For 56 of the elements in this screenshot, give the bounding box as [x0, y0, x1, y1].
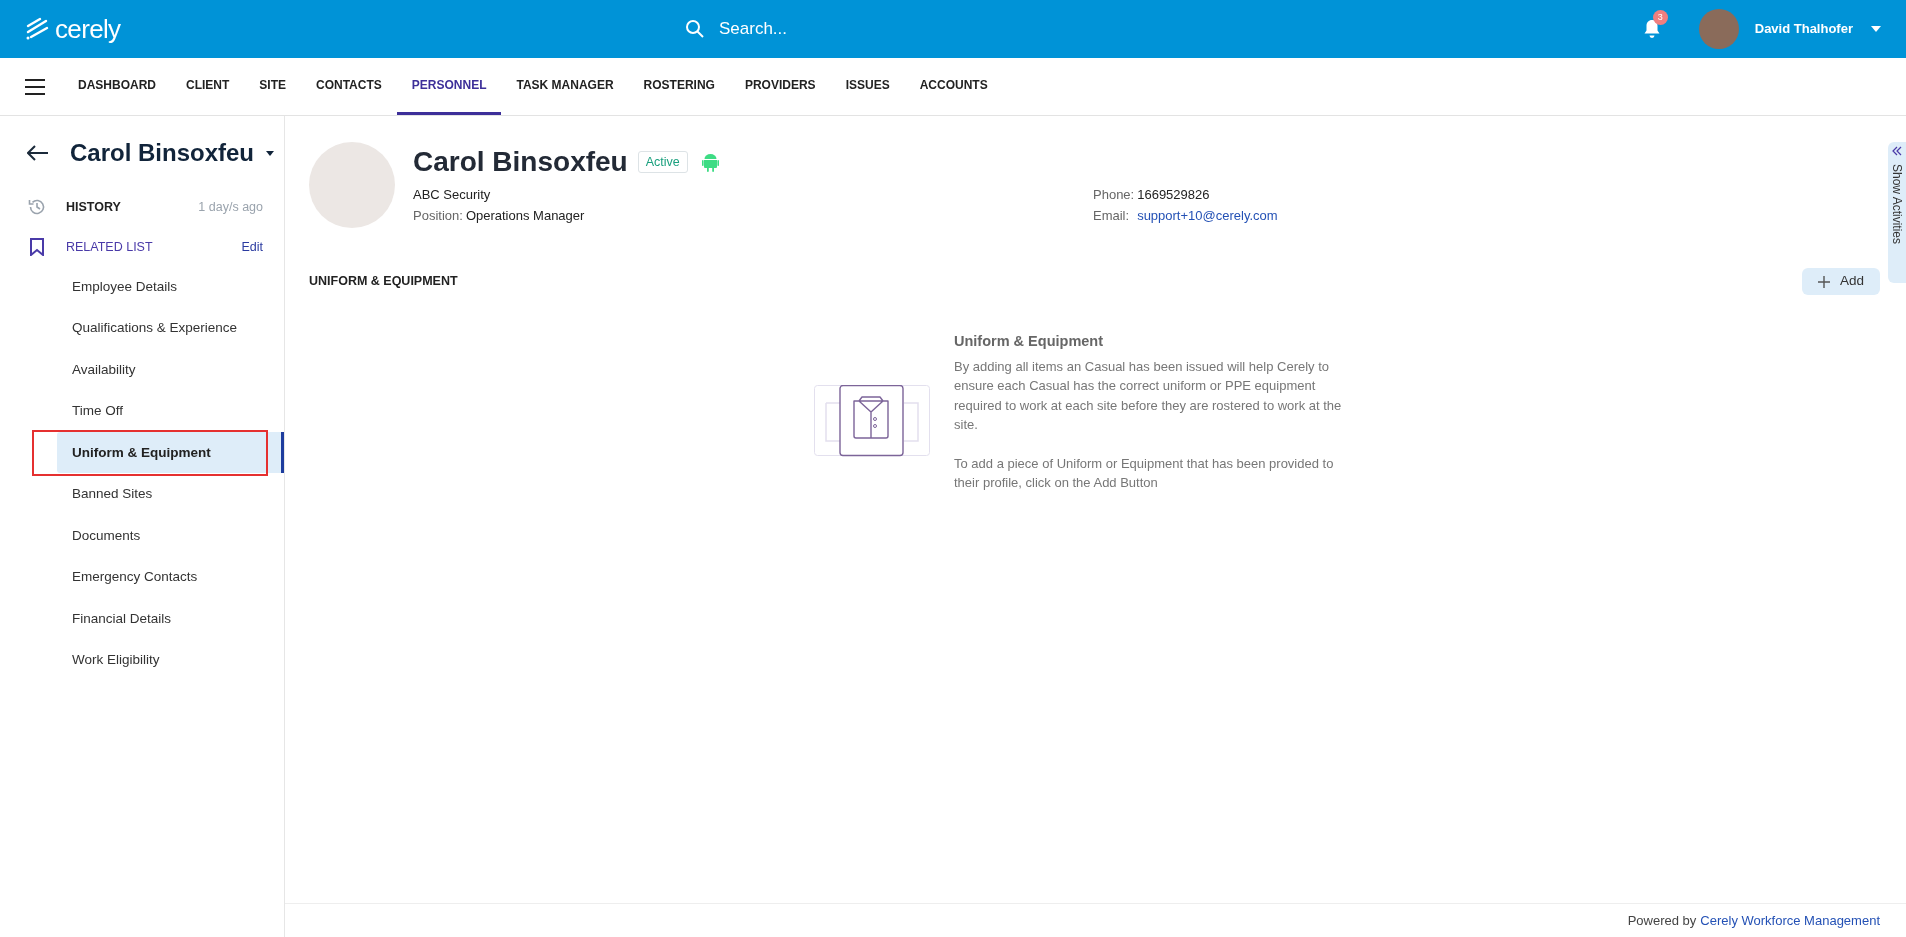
sidebar-item[interactable]: Time Off: [57, 390, 284, 432]
email-label: Email:: [1093, 208, 1130, 223]
nav-tab[interactable]: DASHBOARD: [63, 58, 171, 115]
search-icon: [685, 19, 705, 39]
footer-link[interactable]: Cerely Workforce Management: [1700, 910, 1880, 931]
profile-name: Carol Binsoxfeu: [413, 145, 628, 179]
nav-tab[interactable]: ACCOUNTS: [904, 58, 1003, 115]
related-list-label: RELATED LIST: [66, 238, 153, 256]
sidebar-item[interactable]: Employee Details: [57, 266, 284, 308]
active-indicator: [281, 432, 284, 473]
sidebar-item[interactable]: Qualifications & Experience: [57, 307, 284, 349]
empty-state-text: To add a piece of Uniform or Equipment that has been provided to their profile, click on the Add Button: [954, 454, 1335, 493]
menu-icon[interactable]: [25, 78, 45, 95]
nav-tab[interactable]: TASK MANAGER: [501, 58, 629, 115]
empty-state-title: Uniform & Equipment: [954, 332, 1105, 351]
bookmark-icon: [30, 238, 44, 256]
history-label[interactable]: HISTORY: [66, 197, 121, 217]
notification-count: 3: [1652, 10, 1668, 25]
profile-title: Carol Binsoxfeu: [70, 138, 255, 168]
double-chevron-icon[interactable]: [1892, 146, 1902, 156]
logo-icon: [25, 17, 51, 41]
nav-tab[interactable]: ISSUES: [830, 58, 905, 115]
history-time: 1 day/s ago: [198, 198, 263, 216]
nav-tab[interactable]: CONTACTS: [301, 58, 397, 115]
nav-tab[interactable]: PROVIDERS: [729, 58, 831, 115]
android-icon: [701, 152, 719, 172]
phone-number: 1669529826: [1137, 187, 1210, 202]
sidebar-item[interactable]: Documents: [57, 515, 284, 557]
sidebar-item[interactable]: Emergency Contacts: [57, 556, 284, 598]
position-value: Operations Manager: [465, 208, 585, 223]
history-icon: [28, 198, 46, 216]
sidebar-item[interactable]: Work Eligibility: [57, 639, 284, 681]
logo-text: cerely: [55, 16, 121, 42]
nav-tab[interactable]: ROSTERING: [628, 58, 730, 115]
nav-tab[interactable]: SITE: [244, 58, 301, 115]
company-name: ABC Security: [413, 186, 492, 204]
search-field[interactable]: Search...: [719, 16, 1079, 42]
back-arrow-icon[interactable]: [27, 145, 49, 161]
phone-label: Phone:: [1093, 187, 1135, 202]
sidebar-item[interactable]: Banned Sites: [57, 473, 284, 515]
sidebar-item[interactable]: Uniform & Equipment: [57, 432, 284, 474]
add-button[interactable]: Add: [1802, 268, 1880, 295]
sidebar-item[interactable]: Financial Details: [57, 598, 284, 640]
bell-icon[interactable]: [1642, 19, 1661, 39]
plus-icon: [1818, 275, 1830, 288]
nav-tab[interactable]: PERSONNEL: [396, 58, 502, 115]
section-title: UNIFORM & EQUIPMENT: [309, 273, 458, 291]
position-label: Position:: [413, 208, 463, 223]
sidebar-item[interactable]: Availability: [57, 349, 284, 391]
edit-link[interactable]: Edit: [241, 237, 263, 257]
empty-state-text: By adding all items an Casual has been issued will help Cerely to ensure each Casual has the correct uniform or PPE equipment required to work at each site before they are rostered to work at the site.: [954, 357, 1343, 435]
footer-text: Powered by: [1627, 911, 1697, 930]
caret-icon[interactable]: [266, 150, 275, 156]
email-link[interactable]: support+10@cerely.com: [1137, 208, 1278, 223]
nav-tab[interactable]: CLIENT: [171, 58, 245, 115]
status-badge: Active: [637, 150, 688, 174]
